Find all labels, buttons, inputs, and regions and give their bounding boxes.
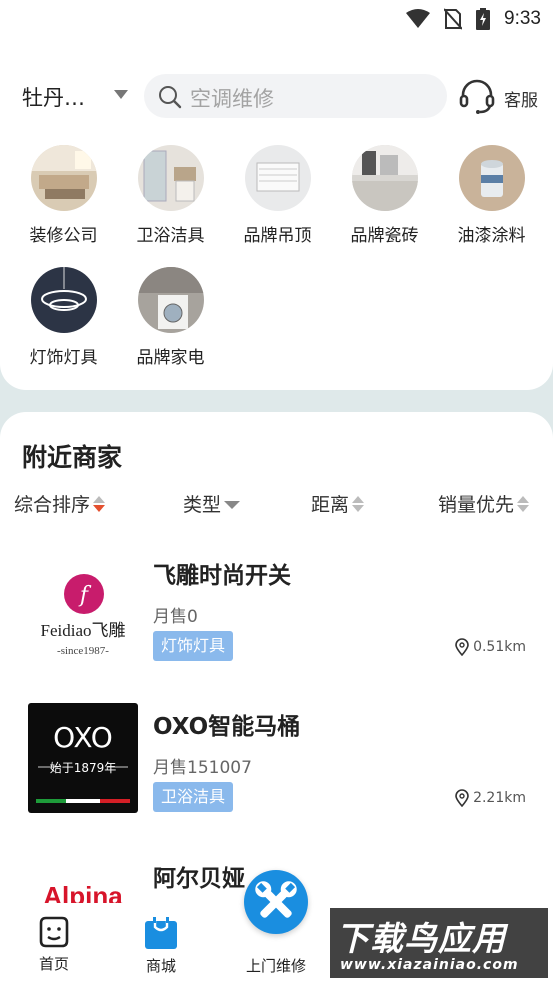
category-label: 装修公司: [29, 226, 98, 246]
watermark: 下载鸟应用 www.xiazainiao.com: [330, 908, 548, 978]
chevron-down-icon[interactable]: [114, 90, 128, 99]
search-row: 牡丹… 空调维修 客服: [0, 72, 553, 120]
tab-label: 首页: [38, 955, 69, 973]
section-title: 附近商家: [22, 443, 123, 472]
category-item[interactable]: 品牌家电: [117, 267, 224, 368]
shop-name: 飞雕时尚开关: [153, 563, 291, 589]
category-label: 品牌吊顶: [243, 226, 312, 246]
sort-arrows-icon: [93, 495, 106, 512]
customer-service-button[interactable]: 客服: [458, 76, 548, 116]
paint-bucket-photo: [458, 145, 525, 211]
top-card: 9:33 牡丹… 空调维修 客服 装修公司 卫浴洁具 品牌吊顶 品牌瓷砖 油漆涂…: [0, 0, 553, 390]
shop-item[interactable]: f Feidiao飞雕 -since1987- 飞雕时尚开关 月售0 灯饰灯具 …: [0, 552, 553, 682]
sort-arrows-icon: [517, 495, 530, 512]
shop-logo: OXO 始于1879年: [28, 703, 138, 813]
sort-comprehensive[interactable]: 综合排序: [14, 490, 106, 517]
category-label: 灯饰灯具: [29, 348, 98, 368]
tab-mall[interactable]: 商城: [121, 915, 201, 976]
shop-logo-text: OXO: [53, 721, 113, 754]
headset-icon: [459, 79, 495, 114]
shop-sales: 月售151007: [153, 758, 252, 778]
category-label: 卫浴洁具: [136, 226, 205, 246]
repair-button[interactable]: [244, 870, 308, 934]
category-item[interactable]: 品牌吊顶: [224, 145, 331, 246]
status-bar: 9:33: [0, 0, 553, 40]
no-sim-icon: [444, 8, 463, 30]
location-pin-icon: [455, 789, 469, 807]
living-room-photo: [30, 145, 97, 211]
search-placeholder: 空调维修: [190, 87, 274, 111]
chandelier-photo: [30, 267, 97, 333]
sort-type[interactable]: 类型: [183, 490, 241, 517]
distance-value: 0.51km: [473, 639, 526, 655]
shop-name: 阿尔贝娅: [153, 866, 245, 892]
category-label: 品牌瓷砖: [350, 226, 419, 246]
city-selector[interactable]: 牡丹…: [22, 82, 85, 112]
category-item[interactable]: 装修公司: [10, 145, 117, 246]
shop-logo-subtext: 始于1879年: [50, 761, 117, 775]
category-item[interactable]: 灯饰灯具: [10, 267, 117, 368]
watermark-title: 下载鸟应用: [336, 919, 506, 958]
sort-label: 销量优先: [438, 494, 515, 516]
shop-logo-text: Feidiao飞雕: [41, 621, 126, 640]
chevron-down-icon: [224, 500, 241, 509]
shop-logo: f Feidiao飞雕 -since1987-: [28, 552, 138, 662]
shop-tag: 卫浴洁具: [153, 782, 234, 812]
wrench-screwdriver-icon: [255, 881, 297, 918]
shop-name: OXO智能马桶: [153, 714, 301, 740]
sort-bar: 综合排序 类型 距离 销量优先: [0, 490, 553, 522]
tab-label: 商城: [145, 957, 176, 975]
sort-label: 距离: [311, 494, 350, 516]
location-pin-icon: [455, 638, 469, 656]
shop-distance: 2.21km: [455, 789, 526, 807]
sort-label: 综合排序: [14, 494, 91, 516]
bathroom-photo: [137, 145, 204, 211]
tab-label-repair[interactable]: 上门维修: [246, 955, 306, 976]
search-icon: [159, 86, 182, 109]
washer-photo: [137, 267, 204, 333]
category-item[interactable]: 品牌瓷砖: [331, 145, 438, 246]
sort-arrows-icon: [352, 495, 365, 512]
sort-sales[interactable]: 销量优先: [438, 490, 530, 517]
shop-distance: 0.51km: [455, 638, 526, 656]
category-label: 油漆涂料: [457, 226, 526, 246]
category-item[interactable]: 油漆涂料: [438, 145, 545, 246]
shopping-bag-icon: [145, 917, 177, 949]
category-label: 品牌家电: [136, 348, 205, 368]
tab-home[interactable]: 首页: [14, 915, 94, 974]
tile-photo: [351, 145, 418, 211]
ceiling-photo: [244, 145, 311, 211]
status-icons: 9:33: [406, 8, 541, 30]
wifi-icon: [406, 9, 431, 28]
home-face-icon: [39, 916, 69, 948]
status-time: 9:33: [504, 8, 541, 29]
watermark-url: www.xiazainiao.com: [340, 957, 519, 973]
shop-item[interactable]: OXO 始于1879年 OXO智能马桶 月售151007 卫浴洁具 2.21km: [0, 703, 553, 833]
distance-value: 2.21km: [473, 790, 526, 806]
shop-logo-subtext: -since1987-: [57, 645, 109, 657]
sort-label: 类型: [183, 494, 222, 516]
service-label: 客服: [504, 91, 538, 111]
shop-tag: 灯饰灯具: [153, 631, 234, 661]
sort-distance[interactable]: 距离: [311, 490, 365, 517]
battery-charging-icon: [476, 8, 491, 30]
search-input[interactable]: 空调维修: [144, 74, 447, 118]
shop-sales: 月售0: [153, 607, 198, 627]
category-item[interactable]: 卫浴洁具: [117, 145, 224, 246]
